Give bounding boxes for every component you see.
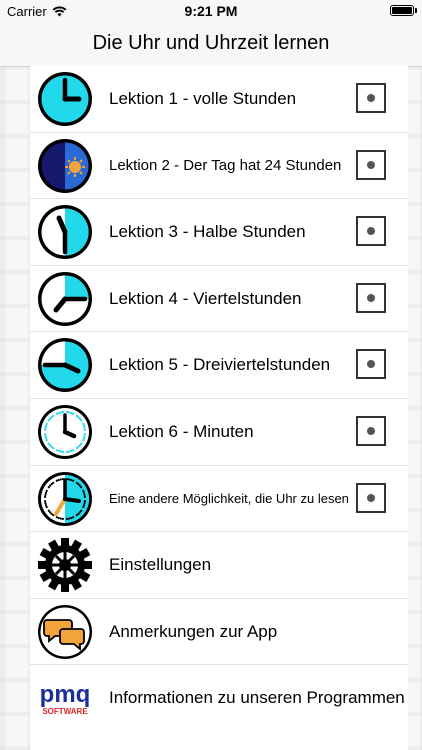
progress-checkbox[interactable]: [356, 349, 386, 380]
list-item-alternative[interactable]: Eine andere Möglichkeit, die Uhr zu lese…: [30, 466, 408, 533]
battery-icon: [390, 5, 417, 16]
row-label: Informationen zu unseren Programmen: [109, 688, 405, 708]
row-label: Eine andere Möglichkeit, die Uhr zu lese…: [109, 490, 349, 506]
clock-alternative-icon: [36, 470, 94, 528]
row-label: Lektion 5 - Dreiviertelstunden: [109, 355, 331, 375]
list-item-lektion-3[interactable]: Lektion 3 - Halbe Stunden: [30, 199, 408, 266]
list-item-lektion-1[interactable]: Lektion 1 - volle Stunden: [30, 66, 408, 133]
clock-full-hour-icon: [36, 70, 94, 128]
page-title: Die Uhr und Uhrzeit lernen: [92, 32, 330, 54]
list-item-informationen[interactable]: pmq SOFTWARE Informationen zu unseren Pr…: [30, 665, 408, 731]
gear-icon: [36, 536, 94, 594]
clock-minutes-icon: [36, 403, 94, 461]
row-label: Lektion 3 - Halbe Stunden: [109, 221, 306, 241]
progress-checkbox[interactable]: [356, 149, 386, 180]
clock-quarter-icon: [36, 270, 94, 328]
list-item-anmerkungen[interactable]: Anmerkungen zur App: [30, 599, 408, 666]
list-item-lektion-4[interactable]: Lektion 4 - Viertelstunden: [30, 266, 408, 333]
clock-three-quarter-icon: [36, 336, 94, 394]
pmq-software-logo: pmq SOFTWARE: [36, 669, 94, 727]
progress-checkbox[interactable]: [356, 83, 386, 113]
logo-brand-text: pmq: [40, 681, 91, 708]
speech-bubbles-icon: [36, 603, 94, 661]
status-bar: Carrier 9:21 PM: [0, 0, 422, 22]
lesson-list: Lektion 1 - volle Stunden Lektion 2 - De…: [30, 66, 408, 750]
clock-half-hour-icon: [36, 203, 94, 261]
list-item-lektion-6[interactable]: Lektion 6 - Minuten: [30, 399, 408, 466]
progress-checkbox[interactable]: [356, 282, 386, 313]
navigation-bar: Die Uhr und Uhrzeit lernen: [0, 22, 422, 67]
status-time: 9:21 PM: [184, 3, 238, 19]
row-label: Lektion 1 - volle Stunden: [109, 88, 297, 108]
day-night-clock-icon: [36, 137, 94, 195]
list-item-einstellungen[interactable]: Einstellungen: [30, 532, 408, 599]
logo-sub-text: SOFTWARE: [42, 707, 88, 716]
row-label: Einstellungen: [109, 554, 212, 574]
row-label: Anmerkungen zur App: [109, 621, 278, 641]
progress-checkbox[interactable]: [356, 216, 386, 247]
row-label: Lektion 2 - Der Tag hat 24 Stunden: [109, 156, 342, 174]
progress-checkbox[interactable]: [356, 415, 386, 446]
row-label: Lektion 4 - Viertelstunden: [109, 288, 302, 308]
row-label: Lektion 6 - Minuten: [109, 421, 254, 441]
list-item-lektion-5[interactable]: Lektion 5 - Dreiviertelstunden: [30, 332, 408, 399]
list-item-lektion-2[interactable]: Lektion 2 - Der Tag hat 24 Stunden: [30, 133, 408, 200]
progress-checkbox[interactable]: [356, 482, 386, 513]
